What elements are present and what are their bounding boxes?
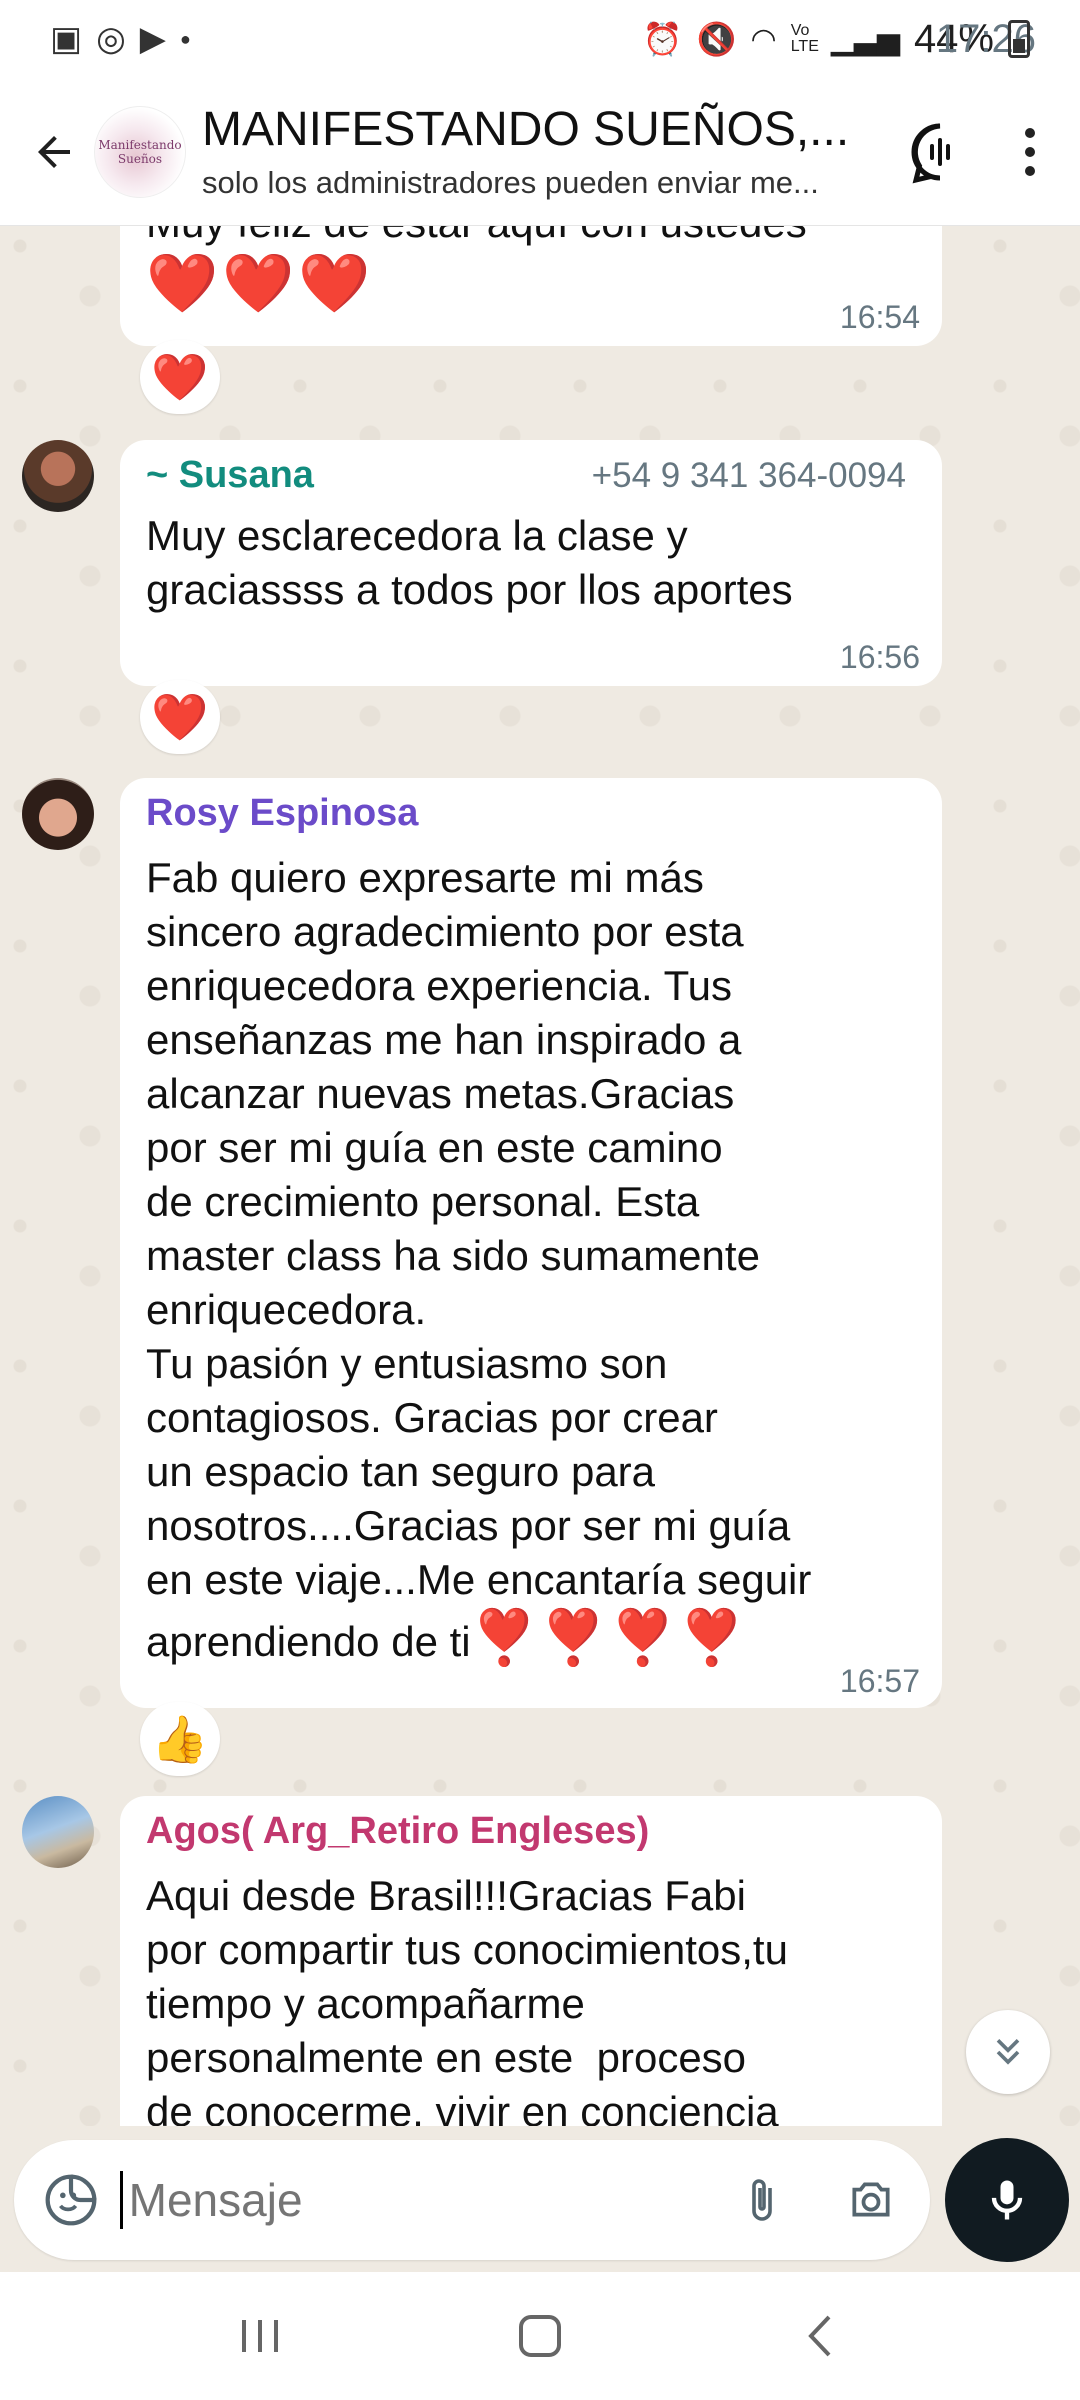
message-reaction[interactable]: ❤️: [140, 680, 220, 754]
sticker-emoji-icon[interactable]: [36, 2165, 106, 2235]
message-time: 16:56: [839, 639, 920, 675]
avatar[interactable]: [22, 778, 94, 850]
message-time: 16:54: [839, 299, 920, 335]
microphone-button[interactable]: [945, 2138, 1069, 2262]
avatar[interactable]: [22, 1796, 94, 1868]
group-info[interactable]: MANIFESTANDO SUEÑOS,... solo los adminis…: [202, 102, 852, 201]
message-emoji: ❣️❣️❣️❣️: [470, 1608, 748, 1668]
voice-chat-icon[interactable]: [908, 120, 972, 184]
instagram-notification-icon: ◎: [96, 20, 126, 58]
message-bubble[interactable]: Agos( Arg_Retiro Engleses) Aqui desde Br…: [120, 1796, 942, 2126]
group-title: MANIFESTANDO SUEÑOS,...: [202, 103, 850, 156]
message-text: Muy esclarecedora la clase y graciassss …: [146, 512, 793, 613]
scroll-down-button[interactable]: [966, 2010, 1050, 2094]
avatar[interactable]: [22, 440, 94, 512]
gallery-notification-icon: ▣: [50, 20, 83, 58]
double-chevron-down-icon: [996, 2039, 1020, 2065]
signal-icon: ▁▃▅: [830, 22, 900, 56]
paperclip-icon[interactable]: [727, 2165, 797, 2235]
message-reaction[interactable]: ❤️: [140, 340, 220, 414]
text-caret: [119, 2171, 123, 2229]
sender-name[interactable]: Rosy Espinosa: [146, 792, 916, 835]
chat-header: Manifestando Sueños MANIFESTANDO SUEÑOS,…: [0, 78, 1080, 226]
sender-phone: +54 9 341 364-0094: [591, 456, 906, 495]
recent-apps-button[interactable]: [215, 2301, 305, 2371]
message-text: Muy feliz de estar aquí con ustedes: [146, 226, 916, 250]
system-navigation-bar: [0, 2272, 1080, 2400]
message-text: Fab quiero expresarte mi más sincero agr…: [146, 854, 812, 1665]
sender-name[interactable]: Agos( Arg_Retiro Engleses): [146, 1810, 916, 1853]
group-subtitle: solo los administradores pueden enviar m…: [202, 165, 819, 200]
microphone-icon: [991, 2180, 1023, 2220]
group-avatar[interactable]: Manifestando Sueños: [94, 105, 186, 198]
back-arrow-icon[interactable]: [14, 112, 94, 192]
group-avatar-text: Manifestando Sueños: [98, 137, 182, 166]
mute-icon: 🔇: [696, 21, 737, 57]
message-reaction[interactable]: 👍: [140, 1702, 220, 1776]
battery-icon: [1008, 20, 1030, 58]
status-bar: 17:26 ▣ ◎ ▶ ● ⏰ 🔇 ◠ Vo LTE ▁▃▅ 44%: [0, 0, 1080, 78]
message-text: Aqui desde Brasil!!!Gracias Fabi por com…: [146, 1872, 788, 2126]
network-label: Vo LTE: [790, 22, 819, 55]
message-body: Fab quiero expresarte mi más sincero agr…: [146, 851, 916, 1670]
message-input[interactable]: [128, 2173, 727, 2227]
alarm-icon: ⏰: [642, 21, 683, 57]
home-button[interactable]: [495, 2301, 585, 2371]
message-bubble[interactable]: Muy feliz de estar aquí con ustedes ❤️❤️…: [120, 226, 942, 346]
more-options-icon[interactable]: [1008, 120, 1052, 184]
message-composer: [14, 2140, 930, 2260]
camera-icon[interactable]: [836, 2165, 906, 2235]
back-button[interactable]: [775, 2301, 865, 2371]
wifi-icon: ◠: [750, 22, 777, 56]
youtube-notification-icon: ▶: [139, 20, 166, 58]
message-bubble[interactable]: Rosy Espinosa Fab quiero expresarte mi m…: [120, 778, 942, 1708]
message-time: 16:57: [839, 1663, 920, 1699]
more-notifications-icon: ●: [179, 28, 191, 49]
chat-area[interactable]: Muy feliz de estar aquí con ustedes ❤️❤️…: [0, 226, 1080, 2126]
message-emoji: ❤️❤️❤️: [146, 251, 375, 316]
message-bubble[interactable]: ~ Susana +54 9 341 364-0094 Muy esclarec…: [120, 440, 942, 686]
